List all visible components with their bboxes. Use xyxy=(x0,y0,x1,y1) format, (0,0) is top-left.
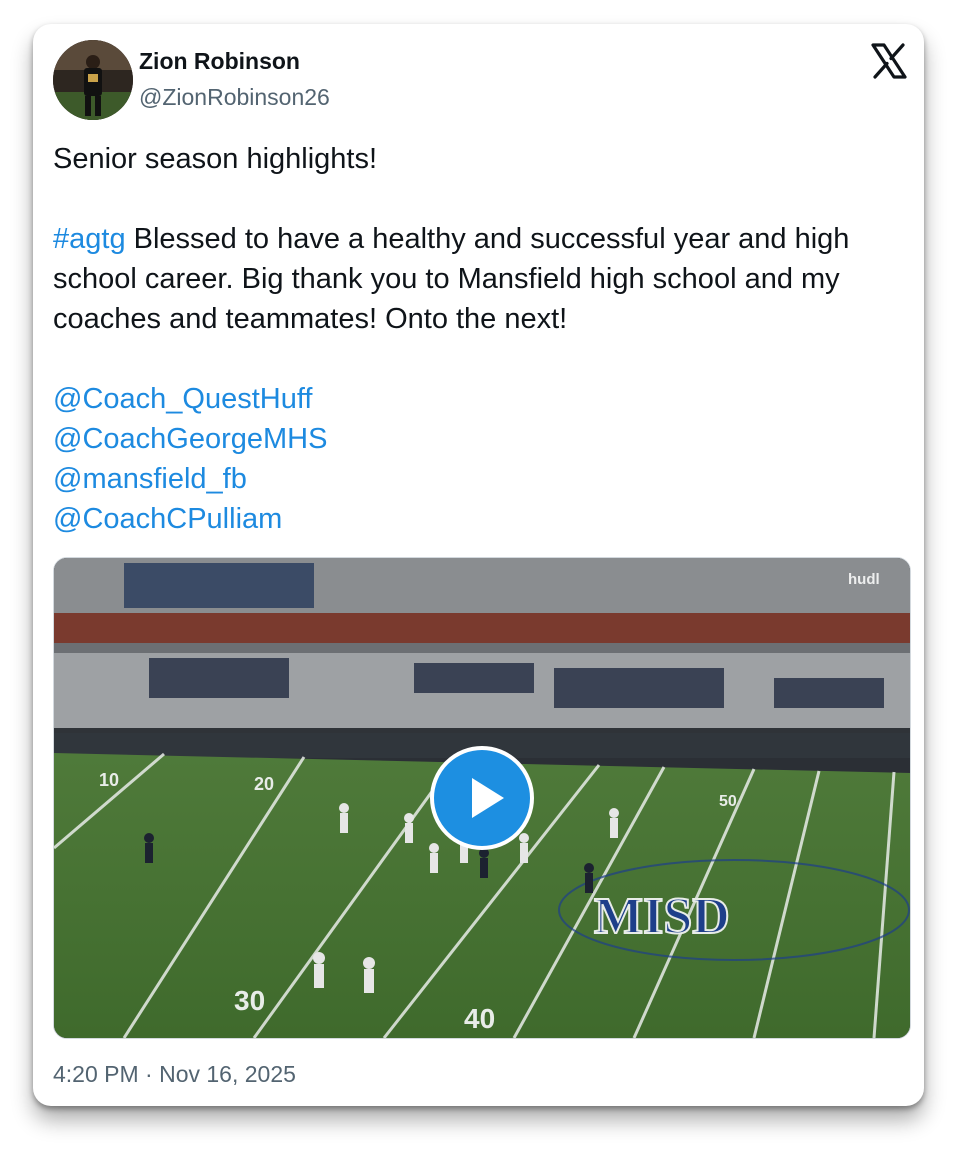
author-handle[interactable]: @ZionRobinson26 xyxy=(139,84,330,111)
video-player[interactable]: MISD 10 20 30 40 50 hudl xyxy=(53,557,911,1039)
tweet-body: #agtg Blessed to have a healthy and succ… xyxy=(53,219,913,339)
hudl-watermark: hudl xyxy=(848,571,880,588)
hashtag-link[interactable]: #agtg xyxy=(53,223,126,255)
play-icon xyxy=(472,778,504,818)
tweet-text: Senior season highlights! #agtg Blessed … xyxy=(53,139,913,539)
yard-number: 40 xyxy=(464,1003,495,1034)
yard-number: 50 xyxy=(719,793,737,810)
yard-number: 20 xyxy=(254,774,274,794)
tweet-body-text: Blessed to have a healthy and successful… xyxy=(53,223,850,335)
mention-link[interactable]: @mansfield_fb xyxy=(53,459,913,499)
x-logo-icon[interactable] xyxy=(870,42,908,80)
field-logo-text: MISD xyxy=(594,888,730,945)
mention-link[interactable]: @CoachGeorgeMHS xyxy=(53,419,913,459)
avatar[interactable] xyxy=(53,40,133,120)
play-button[interactable] xyxy=(430,746,534,850)
tweet-card: Zion Robinson @ZionRobinson26 Senior sea… xyxy=(33,24,924,1106)
yard-number: 30 xyxy=(234,985,265,1016)
mention-link[interactable]: @Coach_QuestHuff xyxy=(53,379,913,419)
timestamp[interactable]: 4:20 PM · Nov 16, 2025 xyxy=(53,1061,296,1088)
tweet-headline: Senior season highlights! xyxy=(53,143,378,175)
avatar-photo xyxy=(53,40,133,120)
author-name[interactable]: Zion Robinson xyxy=(139,48,300,75)
yard-number: 10 xyxy=(99,770,119,790)
mention-link[interactable]: @CoachCPulliam xyxy=(53,499,913,539)
